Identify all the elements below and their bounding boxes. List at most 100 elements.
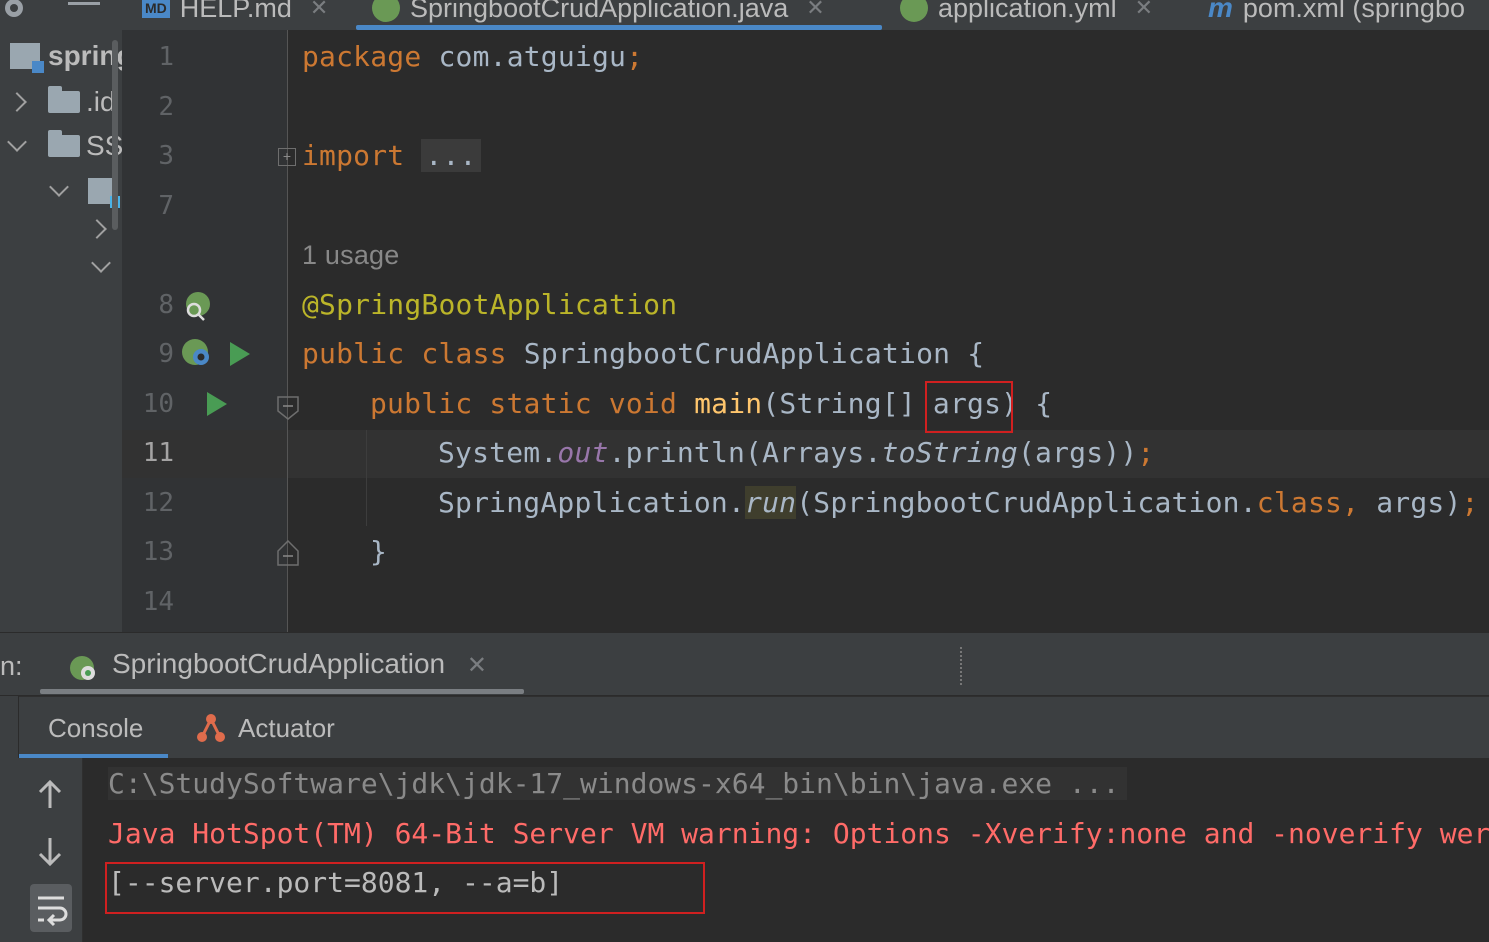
tostring-args: (args))	[1017, 436, 1138, 469]
line-number-current: 11	[142, 438, 174, 468]
code-line-9: public class SpringbootCrudApplication {	[302, 337, 984, 370]
spring-boot-class-icon	[372, 0, 400, 22]
tab-label: HELP.md	[179, 0, 292, 23]
line-number: 3	[158, 141, 174, 171]
spring-config-icon	[900, 0, 928, 22]
console-warning-line: Java HotSpot(TM) 64-Bit Server VM warnin…	[108, 817, 1489, 850]
line-number: 8	[158, 290, 174, 320]
line-number: 14	[142, 587, 174, 617]
indent-guide	[366, 430, 367, 526]
close-icon[interactable]: ✕	[1135, 0, 1153, 21]
folder-icon	[48, 130, 80, 157]
close-icon[interactable]: ✕	[806, 0, 824, 21]
spring-application-class: SpringApplication.	[438, 486, 746, 519]
tab-actuator[interactable]: Actuator	[238, 713, 335, 744]
code-line-13: }	[370, 535, 388, 568]
run-left-strip	[0, 696, 19, 942]
folded-imports[interactable]: ...	[421, 139, 481, 172]
code-line-1: package com.atguigu;	[302, 40, 643, 73]
line-number: 12	[142, 488, 174, 518]
tree-item-ss[interactable]: SS	[7, 130, 122, 162]
run-class-icon[interactable]	[230, 342, 250, 366]
keyword-class: class	[421, 337, 507, 370]
code-line-11: System.out.println(Arrays.toString(args)…	[438, 436, 1154, 469]
line-number: 10	[142, 389, 174, 419]
soft-wrap-icon[interactable]	[30, 884, 72, 932]
down-arrow-icon[interactable]	[36, 836, 64, 873]
run-subtabs: Console Actuator	[18, 696, 1489, 759]
tree-item-idea[interactable]: .id	[7, 86, 116, 118]
chevron-down-icon[interactable]	[91, 253, 111, 273]
spring-bean-navigation-icon[interactable]	[182, 290, 212, 321]
tree-item-label: spring	[48, 40, 122, 71]
maven-icon: m	[1208, 0, 1233, 23]
fold-collapse-icon[interactable]	[277, 396, 299, 425]
class-declaration: SpringbootCrudApplication {	[506, 337, 985, 370]
project-tool-window: spring .id SS	[0, 30, 122, 632]
console-command-line[interactable]: C:\StudySoftware\jdk\jdk-17_windows-x64_…	[108, 767, 1128, 800]
keyword-public: public	[302, 337, 405, 370]
tree-item-collapsed[interactable]	[87, 219, 107, 239]
usage-inlay-hint[interactable]: 1 usage	[302, 240, 399, 271]
tab-label: pom.xml (springbo	[1242, 0, 1465, 23]
project-folder-icon	[10, 43, 44, 73]
code-line-3: import ...	[302, 139, 481, 172]
folder-icon	[48, 86, 80, 113]
up-arrow-icon[interactable]	[36, 778, 64, 815]
code-line-12: SpringApplication.run(SpringbootCrudAppl…	[438, 486, 1479, 519]
run-config-name: SpringbootCrudApplication	[112, 648, 446, 679]
tab-label: SpringbootCrudApplication.java	[410, 0, 789, 23]
package-name: com.atguigu	[421, 40, 627, 73]
chevron-down-icon[interactable]	[49, 177, 69, 197]
tab-help-md[interactable]: MD HELP.md ✕	[142, 0, 328, 30]
line-number: 1	[158, 42, 174, 72]
system-class: System.	[438, 436, 558, 469]
output-highlight-box	[105, 862, 705, 914]
tab-pom-xml[interactable]: m pom.xml (springbo	[1208, 0, 1465, 30]
actuator-icon	[194, 711, 228, 750]
settings-gear[interactable]	[0, 0, 100, 30]
semicolon: ;	[1461, 486, 1479, 519]
static-field-out: out	[557, 436, 609, 469]
markdown-icon: MD	[142, 0, 170, 18]
line-number: 9	[158, 339, 174, 369]
drag-separator[interactable]	[960, 647, 964, 685]
tab-console[interactable]: Console	[48, 713, 143, 744]
sidebar-scrollbar[interactable]	[112, 40, 118, 230]
method-tostring: toString	[881, 436, 1018, 469]
method-name-main: main	[694, 387, 763, 420]
tree-item-expanded[interactable]	[91, 253, 111, 273]
spring-boot-run-icon	[68, 652, 98, 682]
chevron-down-icon[interactable]	[7, 132, 27, 152]
chevron-right-icon[interactable]	[7, 92, 27, 112]
comma: ,	[1342, 486, 1360, 519]
chevron-right-icon[interactable]	[87, 219, 107, 239]
keyword-import: import	[302, 139, 405, 172]
fold-expand-icon[interactable]: +	[278, 148, 296, 166]
run-args-end: args)	[1359, 486, 1462, 519]
spring-boot-class-icon[interactable]	[180, 337, 214, 371]
run-main-icon[interactable]	[207, 392, 227, 416]
run-config-tab[interactable]: SpringbootCrudApplication ✕	[70, 648, 487, 680]
close-icon[interactable]: ✕	[310, 0, 328, 21]
hide-icon[interactable]	[68, 1, 100, 5]
line-number: 13	[142, 537, 174, 567]
gear-icon	[5, 0, 23, 17]
semicolon: ;	[1137, 436, 1155, 469]
semicolon: ;	[626, 40, 644, 73]
tab-application-yml[interactable]: application.yml ✕	[900, 0, 1153, 30]
run-args-start: (SpringbootCrudApplication.	[796, 486, 1257, 519]
run-tab-indicator	[40, 689, 524, 694]
tree-item-src[interactable]	[49, 177, 120, 208]
code-editor[interactable]	[288, 30, 1489, 632]
line-number: 7	[158, 191, 174, 221]
run-label: n:	[0, 651, 23, 681]
println-call: .println(Arrays.	[608, 436, 882, 469]
keyword-package: package	[302, 40, 422, 73]
keyword-modifiers: public static void	[370, 387, 678, 420]
fold-end-icon[interactable]	[277, 539, 299, 571]
close-icon[interactable]: ✕	[467, 652, 487, 679]
tab-label: application.yml	[938, 0, 1117, 23]
tree-item-project-root[interactable]: spring	[10, 40, 122, 73]
params-start: (String[]	[762, 387, 933, 420]
